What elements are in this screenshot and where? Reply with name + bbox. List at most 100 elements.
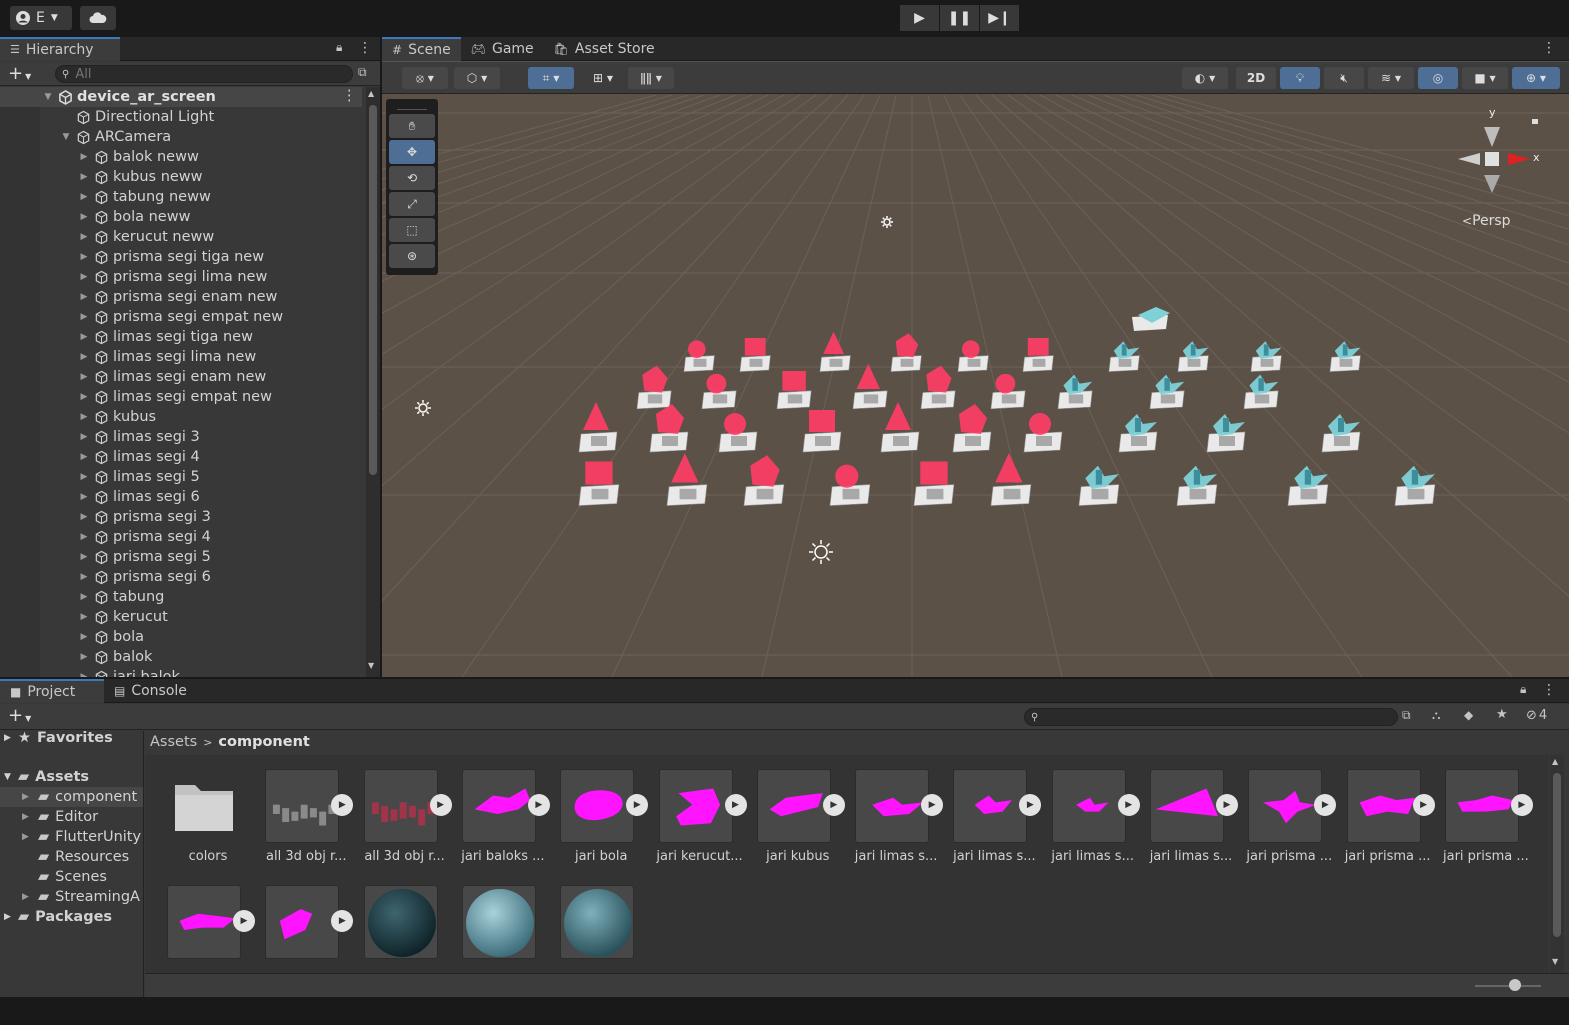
hierarchy-item[interactable]: Directional Light xyxy=(0,107,362,127)
asset-item[interactable]: ▶ jari prisma ... xyxy=(1240,769,1337,879)
scene-viewport[interactable]: ✋︎ ✥ ⟲ ⤢ ⬚ ⊛ y x < Persp xyxy=(382,95,1569,677)
expand-arrow-icon[interactable]: ▶ xyxy=(78,492,90,502)
tab-console[interactable]: ▤ Console xyxy=(104,679,197,703)
packages-row[interactable]: ▶ ▰ Packages xyxy=(0,907,112,927)
scroll-up-icon[interactable]: ▲ xyxy=(1552,757,1558,766)
expand-arrow-icon[interactable]: ▶ xyxy=(78,312,90,322)
scroll-thumb[interactable] xyxy=(369,105,377,475)
expand-arrow-icon[interactable]: ▶ xyxy=(78,372,90,382)
expand-arrow-icon[interactable]: ▶ xyxy=(22,792,38,802)
more-menu-icon[interactable]: ⋮ xyxy=(358,40,372,56)
step-button[interactable]: ▶❙ xyxy=(980,5,1019,31)
expand-arrow-icon[interactable]: ▼ xyxy=(42,92,54,102)
rotate-tool[interactable]: ⟲ xyxy=(389,166,435,190)
cloud-button[interactable] xyxy=(80,6,116,30)
expand-arrow-icon[interactable]: ▶ xyxy=(78,292,90,302)
expand-arrow-icon[interactable]: ▶ xyxy=(78,152,90,162)
folder-item[interactable]: ▰ Resources xyxy=(0,847,143,867)
add-button[interactable]: + ▼ xyxy=(8,705,31,726)
expand-arrow-icon[interactable]: ▶ xyxy=(78,212,90,222)
filter-type-icon[interactable]: ⛬ xyxy=(1432,708,1440,723)
expand-arrow-icon[interactable]: ▶ xyxy=(78,532,90,542)
tab-project[interactable]: ■ Project xyxy=(0,678,104,703)
expand-arrow-icon[interactable]: ▶ xyxy=(22,812,38,822)
expand-asset-button[interactable]: ▶ xyxy=(724,794,747,816)
expand-arrow-icon[interactable]: ▶ xyxy=(78,652,90,662)
folder-item[interactable]: ▶ ▰ Editor xyxy=(0,807,143,827)
scale-tool[interactable]: ⤢ xyxy=(389,192,435,216)
hierarchy-item[interactable]: ▼ ARCamera xyxy=(0,127,362,147)
tab-scene[interactable]: # Scene xyxy=(382,36,461,61)
asset-item[interactable] xyxy=(552,885,642,973)
tab-asset-store[interactable]: 🛍︎ Asset Store xyxy=(544,37,665,61)
asset-item[interactable]: ▶ all 3d obj r... xyxy=(356,769,452,879)
asset-item[interactable] xyxy=(454,885,544,973)
hierarchy-item[interactable]: ▶ tabung neww xyxy=(0,187,362,207)
breadcrumb-root[interactable]: Assets xyxy=(150,734,197,750)
scroll-thumb[interactable] xyxy=(1553,773,1561,937)
hierarchy-scrollbar[interactable]: ▲ ▼ xyxy=(366,87,380,677)
asset-item[interactable]: ▶ jari limas s... xyxy=(847,769,944,879)
persp-label[interactable]: < Persp xyxy=(1462,213,1511,229)
expand-arrow-icon[interactable]: ▶ xyxy=(78,252,90,262)
expand-asset-button[interactable]: ▶ xyxy=(626,794,649,816)
folder-item[interactable]: ▶ ▰ FlutterUnity xyxy=(0,827,143,847)
add-button[interactable]: + ▼ xyxy=(8,63,31,84)
hierarchy-item[interactable]: ▶ kerucut xyxy=(0,607,362,627)
expand-arrow-icon[interactable]: ▶ xyxy=(78,572,90,582)
hierarchy-item[interactable]: ▶ limas segi 4 xyxy=(0,447,362,467)
hierarchy-item[interactable]: ▶ prisma segi enam new xyxy=(0,287,362,307)
expand-arrow-icon[interactable]: ▶ xyxy=(78,552,90,562)
gizmos-dropdown[interactable]: ⊕ ▼ xyxy=(1512,67,1560,89)
asset-item[interactable]: ▶ jari limas s... xyxy=(1142,769,1238,879)
hierarchy-item[interactable]: ▶ tabung xyxy=(0,587,362,607)
asset-item[interactable]: ▶ xyxy=(159,885,255,973)
hierarchy-item[interactable]: ▶ limas segi 3 xyxy=(0,427,362,447)
asset-item[interactable]: colors xyxy=(159,769,249,879)
expand-arrow-icon[interactable]: ▶ xyxy=(78,172,90,182)
asset-item[interactable]: ▶ all 3d obj r... xyxy=(257,769,354,879)
hierarchy-item[interactable]: ▶ limas segi lima new xyxy=(0,347,362,367)
scroll-down-icon[interactable]: ▼ xyxy=(1552,957,1558,966)
expand-asset-button[interactable]: ▶ xyxy=(1314,794,1337,816)
expand-arrow-icon[interactable]: ▶ xyxy=(78,192,90,202)
expand-arrow-icon[interactable]: ▼ xyxy=(60,132,72,142)
asset-item[interactable]: ▶ jari bola xyxy=(552,769,649,879)
ruler-dropdown[interactable]: ǁǁ ▼ xyxy=(628,67,674,89)
lock-icon[interactable]: 🔒︎ xyxy=(336,40,342,55)
lighting-toggle[interactable]: 💡︎ xyxy=(1280,67,1320,89)
pause-button[interactable]: ❚❚ xyxy=(940,5,979,31)
expand-arrow-icon[interactable]: ▶ xyxy=(4,912,18,922)
light-gizmo-icon[interactable] xyxy=(415,400,431,416)
hand-tool[interactable]: ✋︎ xyxy=(389,114,435,138)
account-dropdown[interactable]: E ▼ xyxy=(10,6,72,30)
hierarchy-item[interactable]: ▶ prisma segi 3 xyxy=(0,507,362,527)
more-menu-icon[interactable]: ⋮ xyxy=(1542,682,1556,698)
grid-snap-toggle[interactable]: ⌗ ▼ xyxy=(528,67,574,89)
folder-item[interactable]: ▶ ▰ StreamingA xyxy=(0,887,143,907)
expand-asset-button[interactable]: ▶ xyxy=(429,794,452,816)
expand-asset-button[interactable]: ▶ xyxy=(331,910,354,932)
scene-root-row[interactable]: ▼ device_ar_screen ⋮ xyxy=(0,87,362,107)
expand-arrow-icon[interactable]: ▶ xyxy=(78,672,90,677)
asset-item[interactable]: ▶ jari limas s... xyxy=(945,769,1042,879)
hierarchy-item[interactable]: ▶ kubus neww xyxy=(0,167,362,187)
expand-asset-button[interactable]: ▶ xyxy=(1216,794,1238,816)
asset-item[interactable]: ▶ jari kubus xyxy=(749,769,845,879)
expand-arrow-icon[interactable]: ▶ xyxy=(4,733,18,743)
breadcrumb-current[interactable]: component xyxy=(218,734,309,750)
hierarchy-item[interactable]: ▶ jari balok xyxy=(0,667,362,677)
expand-arrow-icon[interactable]: ▶ xyxy=(22,892,38,902)
star-icon[interactable]: ★ xyxy=(1496,707,1508,722)
expand-arrow-icon[interactable]: ▼ xyxy=(4,772,18,782)
hierarchy-item[interactable]: ▶ limas segi 5 xyxy=(0,467,362,487)
hierarchy-item[interactable]: ▶ prisma segi 4 xyxy=(0,527,362,547)
expand-asset-button[interactable]: ▶ xyxy=(921,794,944,816)
expand-arrow-icon[interactable]: ▶ xyxy=(78,272,90,282)
hierarchy-item[interactable]: ▶ limas segi empat new xyxy=(0,387,362,407)
expand-asset-button[interactable]: ▶ xyxy=(527,794,550,816)
hierarchy-search-input[interactable] xyxy=(75,66,336,82)
asset-item[interactable]: ▶ jari baloks ... xyxy=(454,769,550,879)
light-gizmo-icon[interactable] xyxy=(881,216,893,228)
lock-icon[interactable]: 🔒︎ xyxy=(1520,682,1526,697)
